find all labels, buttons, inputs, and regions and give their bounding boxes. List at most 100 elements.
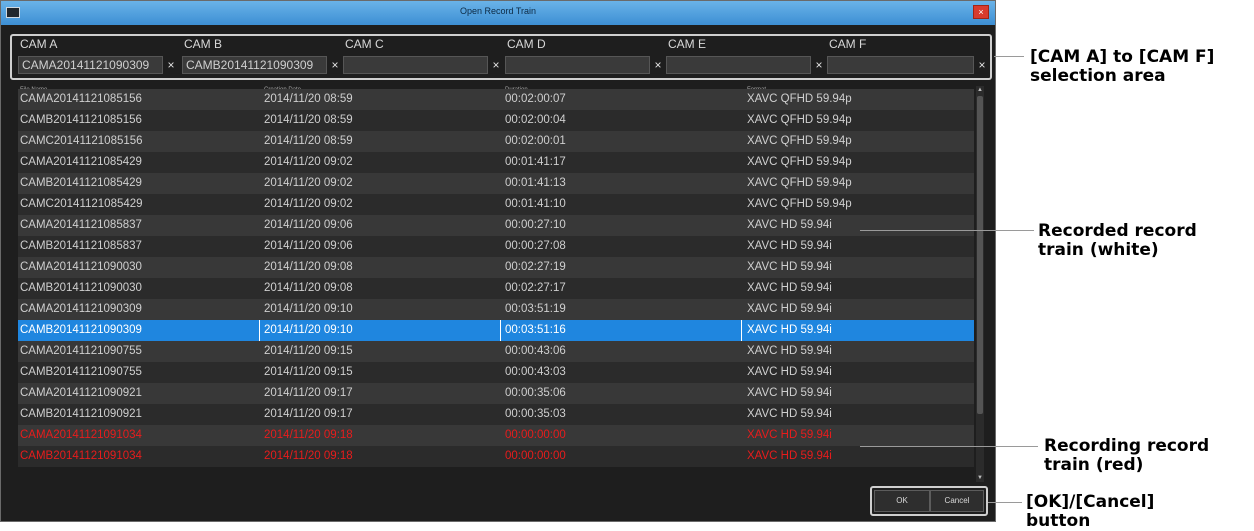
clear-icon[interactable]: ×	[164, 56, 178, 74]
format-cell: XAVC HD 59.94i	[747, 366, 832, 378]
file-name-cell: CAMA20141121090921	[20, 387, 142, 399]
creation-date-cell: 2014/11/20 09:08	[264, 282, 353, 294]
cam-selector-f: CAM F ×	[827, 37, 990, 77]
scroll-down-icon[interactable]: ▼	[976, 474, 984, 482]
table-row[interactable]: CAMB20141121090755 2014/11/20 09:15 00:00:…	[18, 362, 974, 383]
format-cell: XAVC QFHD 59.94p	[747, 198, 852, 210]
creation-date-cell: 2014/11/20 09:06	[264, 219, 353, 231]
table-row[interactable]: CAMB20141121085837 2014/11/20 09:06 00:00:…	[18, 236, 974, 257]
format-cell: XAVC HD 59.94i	[747, 429, 832, 441]
table-row[interactable]: CAMA20141121090309 2014/11/20 09:10 00:03:…	[18, 299, 974, 320]
callout-cam-selection: [CAM A] to [CAM F] selection area	[1030, 48, 1214, 86]
cam-selector-c: CAM C ×	[343, 37, 504, 77]
cam-label: CAM F	[829, 37, 867, 51]
table-row[interactable]: CAMB20141121085429 2014/11/20 09:02 00:01:…	[18, 173, 974, 194]
file-name-cell: CAMA20141121085429	[20, 156, 142, 168]
callout-cam-line2: selection area	[1030, 66, 1166, 86]
cam-file-field[interactable]	[827, 56, 974, 74]
file-name-cell: CAMB20141121085156	[20, 114, 142, 126]
file-name-cell: CAMA20141121090755	[20, 345, 142, 357]
duration-cell: 00:00:43:06	[505, 345, 566, 357]
file-name-cell: CAMB20141121091034	[20, 450, 142, 462]
scroll-up-icon[interactable]: ▲	[976, 86, 984, 94]
table-row[interactable]: CAMC20141121085429 2014/11/20 09:02 00:01:…	[18, 194, 974, 215]
clear-icon[interactable]: ×	[651, 56, 665, 74]
format-cell: XAVC HD 59.94i	[747, 324, 832, 336]
creation-date-cell: 2014/11/20 09:08	[264, 261, 353, 273]
duration-cell: 00:02:00:04	[505, 114, 566, 126]
cam-file-field[interactable]: CAMA20141121090309	[18, 56, 163, 74]
duration-cell: 00:00:35:06	[505, 387, 566, 399]
duration-cell: 00:00:00:00	[505, 450, 566, 462]
table-row[interactable]: CAMB20141121091034 2014/11/20 09:18 00:00:…	[18, 446, 974, 467]
file-name-cell: CAMA20141121090309	[20, 303, 142, 315]
cam-selector-d: CAM D ×	[505, 37, 666, 77]
format-cell: XAVC HD 59.94i	[747, 303, 832, 315]
callout-buttons-line2: button	[1026, 511, 1091, 531]
format-cell: XAVC QFHD 59.94p	[747, 93, 852, 105]
table-row[interactable]: CAMA20141121090030 2014/11/20 09:08 00:02:…	[18, 257, 974, 278]
callout-recorded-line1: Recorded record	[1038, 221, 1197, 241]
creation-date-cell: 2014/11/20 09:18	[264, 450, 353, 462]
duration-cell: 00:03:51:19	[505, 303, 566, 315]
cam-label: CAM B	[184, 37, 223, 51]
title-bar: Open Record Train ×	[1, 1, 995, 25]
ok-button[interactable]: OK	[874, 490, 930, 512]
file-name-cell: CAMB20141121090030	[20, 282, 142, 294]
file-name-cell: CAMB20141121090309	[20, 324, 142, 336]
format-cell: XAVC HD 59.94i	[747, 345, 832, 357]
creation-date-cell: 2014/11/20 09:02	[264, 156, 353, 168]
callout-line-cam	[994, 56, 1024, 57]
file-name-cell: CAMC20141121085429	[20, 198, 143, 210]
table-row[interactable]: CAMA20141121085837 2014/11/20 09:06 00:00:…	[18, 215, 974, 236]
table-row[interactable]: CAMC20141121085156 2014/11/20 08:59 00:02:…	[18, 131, 974, 152]
clear-icon[interactable]: ×	[489, 56, 503, 74]
file-name-cell: CAMC20141121085156	[20, 135, 143, 147]
clear-icon[interactable]: ×	[975, 56, 989, 74]
scrollbar-thumb[interactable]	[977, 96, 983, 414]
callout-recording-line2: train (red)	[1044, 455, 1144, 475]
cam-file-field[interactable]: CAMB20141121090309	[182, 56, 327, 74]
cancel-button[interactable]: Cancel	[930, 490, 984, 512]
callout-line-recording	[860, 446, 1038, 447]
column-divider	[500, 320, 501, 341]
duration-cell: 00:01:41:10	[505, 198, 566, 210]
format-cell: XAVC QFHD 59.94p	[747, 135, 852, 147]
callout-line-recorded	[860, 230, 1034, 231]
format-cell: XAVC HD 59.94i	[747, 408, 832, 420]
callout-line-buttons	[988, 502, 1022, 503]
creation-date-cell: 2014/11/20 09:17	[264, 408, 353, 420]
cam-file-field[interactable]	[666, 56, 811, 74]
column-divider	[741, 320, 742, 341]
creation-date-cell: 2014/11/20 08:59	[264, 114, 353, 126]
duration-cell: 00:00:27:08	[505, 240, 566, 252]
cam-label: CAM D	[507, 37, 546, 51]
table-row[interactable]: CAMA20141121085429 2014/11/20 09:02 00:01:…	[18, 152, 974, 173]
file-name-cell: CAMA20141121085837	[20, 219, 142, 231]
table-row[interactable]: CAMB20141121090921 2014/11/20 09:17 00:00:…	[18, 404, 974, 425]
table-row[interactable]: CAMA20141121090921 2014/11/20 09:17 00:00:…	[18, 383, 974, 404]
duration-cell: 00:00:43:03	[505, 366, 566, 378]
creation-date-cell: 2014/11/20 09:06	[264, 240, 353, 252]
cam-selector-b: CAM B CAMB20141121090309 ×	[182, 37, 343, 77]
table-row[interactable]: CAMB20141121090030 2014/11/20 09:08 00:02:…	[18, 278, 974, 299]
duration-cell: 00:02:00:01	[505, 135, 566, 147]
file-name-cell: CAMB20141121090755	[20, 366, 142, 378]
cam-file-field[interactable]	[505, 56, 650, 74]
file-name-cell: CAMA20141121085156	[20, 93, 142, 105]
clear-icon[interactable]: ×	[812, 56, 826, 74]
table-row[interactable]: CAMA20141121091034 2014/11/20 09:18 00:00:…	[18, 425, 974, 446]
creation-date-cell: 2014/11/20 09:10	[264, 303, 353, 315]
table-row[interactable]: CAMA20141121085156 2014/11/20 08:59 00:02:…	[18, 89, 974, 110]
close-button[interactable]: ×	[973, 5, 989, 19]
creation-date-cell: 2014/11/20 09:02	[264, 177, 353, 189]
table-row[interactable]: CAMB20141121085156 2014/11/20 08:59 00:02:…	[18, 110, 974, 131]
format-cell: XAVC HD 59.94i	[747, 282, 832, 294]
cam-file-field[interactable]	[343, 56, 488, 74]
table-row-selected[interactable]: CAMB20141121090309 2014/11/20 09:10 00:03:…	[18, 320, 974, 341]
file-name-cell: CAMB20141121085837	[20, 240, 142, 252]
creation-date-cell: 2014/11/20 09:18	[264, 429, 353, 441]
clear-icon[interactable]: ×	[328, 56, 342, 74]
table-row[interactable]: CAMA20141121090755 2014/11/20 09:15 00:00:…	[18, 341, 974, 362]
duration-cell: 00:01:41:17	[505, 156, 566, 168]
